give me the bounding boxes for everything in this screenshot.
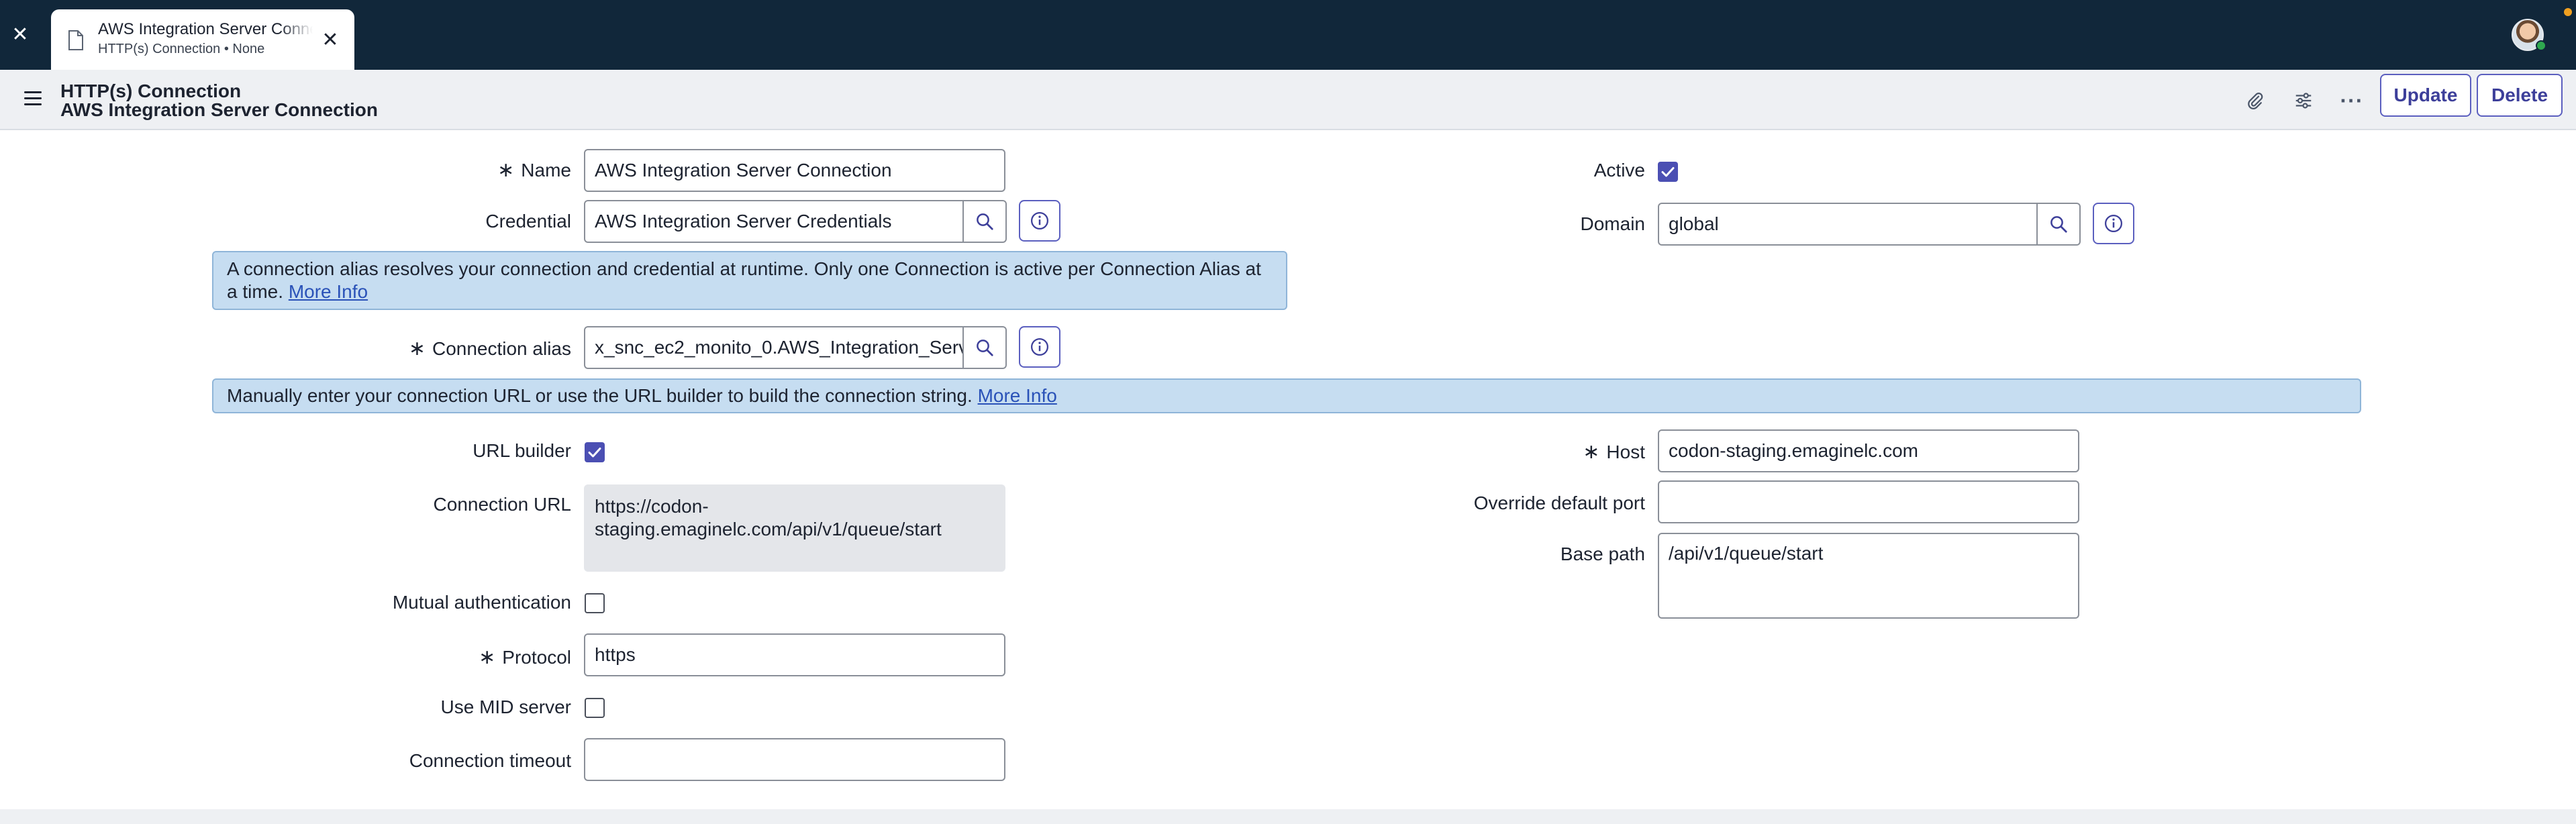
magnifier-icon xyxy=(2050,216,2067,233)
tab-subtitle: HTTP(s) Connection • None xyxy=(98,42,265,56)
connection-timeout-label: Connection timeout xyxy=(409,750,571,771)
delete-button[interactable]: Delete xyxy=(2477,74,2563,117)
url-banner-text: Manually enter your connection URL or us… xyxy=(227,385,973,406)
info-circle-icon xyxy=(1031,338,1048,356)
ellipsis-icon[interactable]: ··· xyxy=(2337,86,2367,115)
magnifier-icon xyxy=(977,340,993,356)
url-builder-label: URL builder xyxy=(473,440,571,461)
mutual-authentication-label: Mutual authentication xyxy=(392,592,571,613)
active-checkbox[interactable] xyxy=(1658,162,1678,182)
sliders-icon[interactable] xyxy=(2289,86,2318,115)
update-button[interactable]: Update xyxy=(2380,74,2471,117)
connection-alias-field[interactable]: x_snc_ec2_monito_0.AWS_Integration_Serve xyxy=(584,326,964,369)
info-circle-icon xyxy=(1031,212,1048,229)
base-path-label: Base path xyxy=(1560,544,1645,564)
record-tab[interactable]: AWS Integration Server Connection HTTP(s… xyxy=(51,9,354,70)
required-marker: ∗ xyxy=(408,338,426,360)
top-navigation-bar: ✕ AWS Integration Server Connection HTTP… xyxy=(0,0,2576,70)
record-header: HTTP(s) Connection AWS Integration Serve… xyxy=(0,70,2576,130)
page-bottom-strip xyxy=(0,809,2576,824)
protocol-field[interactable]: https xyxy=(584,633,1005,676)
menu-icon[interactable] xyxy=(24,91,42,106)
alias-info-banner: A connection alias resolves your connect… xyxy=(212,251,1287,310)
use-mid-server-label: Use MID server xyxy=(440,697,571,717)
required-marker: ∗ xyxy=(1583,441,1600,463)
alias-more-info-link[interactable]: More Info xyxy=(289,281,368,302)
alias-banner-text: A connection alias resolves your connect… xyxy=(227,258,1261,302)
tab-title: AWS Integration Server Connection xyxy=(98,20,313,38)
checkmark-icon xyxy=(1661,167,1675,177)
host-field[interactable]: codon-staging.emaginelc.com xyxy=(1658,429,2079,472)
url-info-banner: Manually enter your connection URL or us… xyxy=(212,378,2361,413)
credential-field[interactable]: AWS Integration Server Credentials xyxy=(584,200,964,243)
credential-label: Credential xyxy=(485,211,571,231)
record-name-title: AWS Integration Server Connection xyxy=(60,99,378,120)
connection-alias-info-button[interactable] xyxy=(1019,326,1060,368)
tab-close-icon[interactable]: ✕ xyxy=(318,28,342,52)
url-more-info-link[interactable]: More Info xyxy=(978,385,1057,406)
url-builder-checkbox[interactable] xyxy=(585,442,605,462)
domain-info-button[interactable] xyxy=(2093,203,2134,244)
required-marker: ∗ xyxy=(497,159,515,181)
credential-lookup-button[interactable] xyxy=(964,200,1007,243)
use-mid-server-checkbox[interactable] xyxy=(585,698,605,718)
paperclip-icon[interactable] xyxy=(2240,86,2270,115)
override-default-port-label: Override default port xyxy=(1473,493,1645,513)
required-marker: ∗ xyxy=(479,646,496,668)
base-path-field[interactable]: /api/v1/queue/start xyxy=(1658,533,2079,619)
active-label: Active xyxy=(1593,160,1645,181)
protocol-label: ∗ Protocol xyxy=(479,646,571,668)
override-default-port-field[interactable] xyxy=(1658,480,2079,523)
credential-info-button[interactable] xyxy=(1019,200,1060,242)
name-label: ∗ Name xyxy=(497,159,571,181)
domain-lookup-button[interactable] xyxy=(2038,203,2081,246)
connection-url-label: Connection URL xyxy=(433,494,571,515)
checkmark-icon xyxy=(588,448,601,458)
connection-timeout-field[interactable] xyxy=(584,738,1005,781)
connection-alias-lookup-button[interactable] xyxy=(964,326,1007,369)
name-field[interactable]: AWS Integration Server Connection xyxy=(584,149,1005,192)
mutual-authentication-checkbox[interactable] xyxy=(585,593,605,613)
presence-status-dot xyxy=(2536,40,2546,51)
connection-alias-label: ∗ Connection alias xyxy=(408,338,571,360)
info-circle-icon xyxy=(2105,215,2122,232)
host-label: ∗ Host xyxy=(1583,441,1645,463)
domain-field[interactable]: global xyxy=(1658,203,2038,246)
domain-label: Domain xyxy=(1580,213,1645,234)
connection-url-field: https://codon-staging.emaginelc.com/api/… xyxy=(584,484,1005,572)
notification-dot xyxy=(2564,8,2572,16)
close-icon[interactable]: ✕ xyxy=(11,25,30,45)
magnifier-icon xyxy=(977,213,993,230)
document-icon xyxy=(68,30,83,50)
